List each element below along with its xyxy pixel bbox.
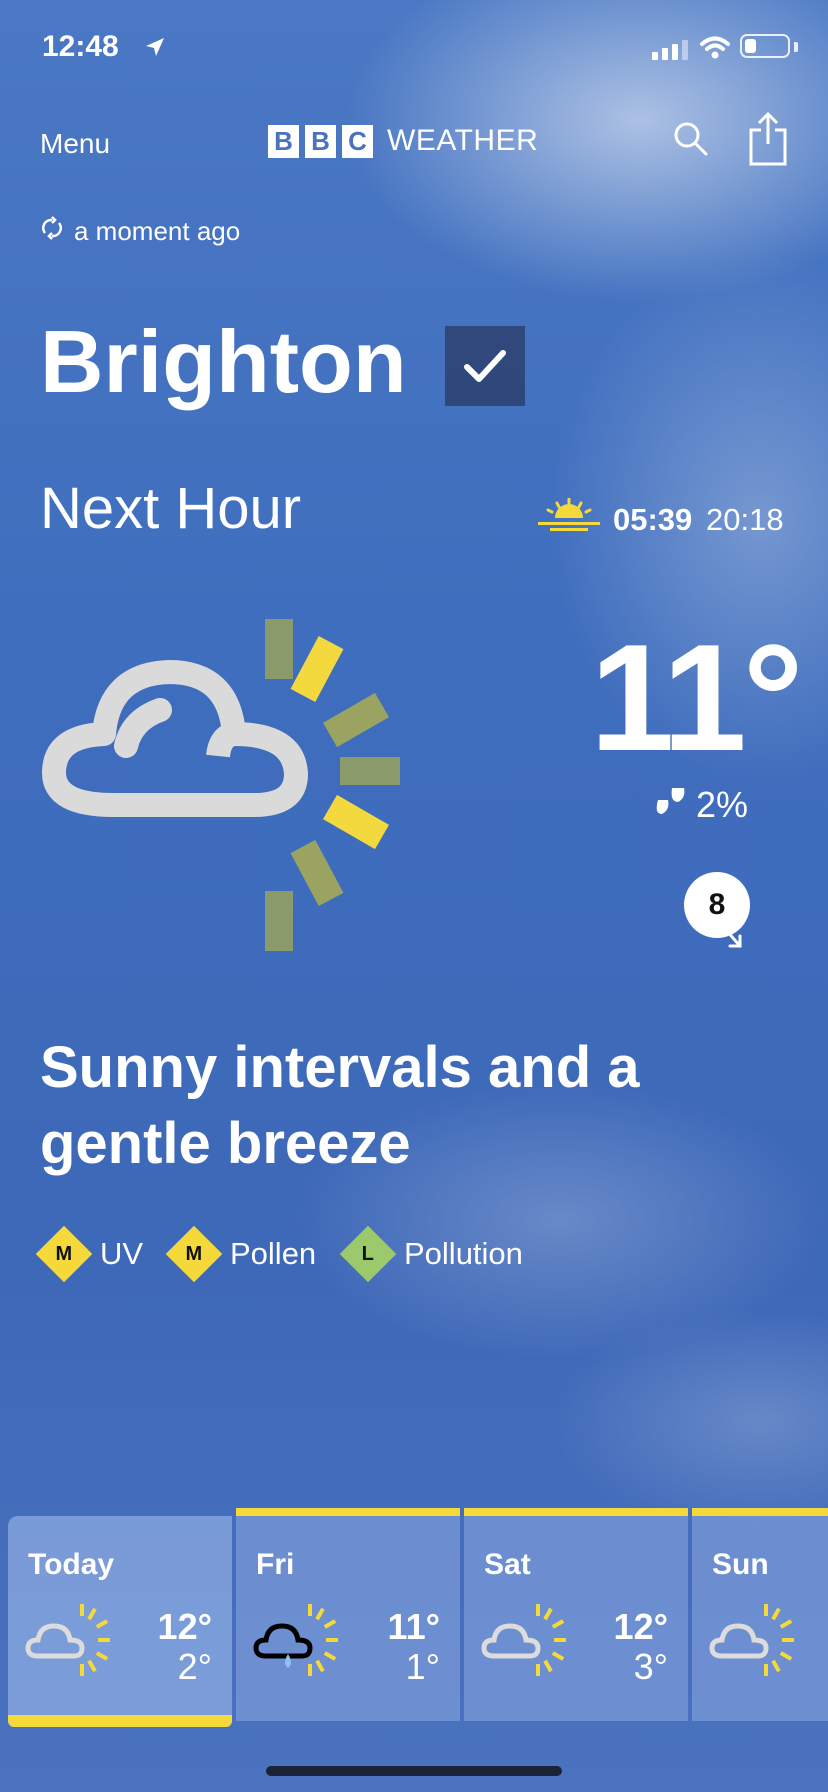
- refresh-icon[interactable]: [40, 216, 64, 240]
- day-high: 12°: [157, 1606, 212, 1647]
- day-name: Sun: [712, 1548, 769, 1581]
- wind-direction-arrow-icon: [724, 928, 742, 948]
- home-indicator[interactable]: [266, 1766, 562, 1776]
- sunny-intervals-icon: [709, 1604, 794, 1676]
- day-top-bar: [692, 1508, 828, 1516]
- level-badge: L: [339, 1225, 397, 1283]
- location-arrow-icon: [146, 38, 164, 56]
- day-name: Sat: [484, 1548, 531, 1581]
- forecast-day-fri[interactable]: Fri 11° 1°: [236, 1508, 460, 1721]
- level-badge: M: [165, 1225, 223, 1283]
- level-letter: M: [185, 1242, 203, 1265]
- logo-letter: C: [342, 124, 373, 158]
- index-label: Pollution: [404, 1236, 523, 1271]
- share-icon[interactable]: [748, 112, 788, 166]
- status-time: 12:48: [42, 30, 119, 63]
- period-title: Next Hour: [40, 476, 302, 541]
- logo-letter: B: [305, 124, 336, 158]
- level-badge: M: [35, 1225, 93, 1283]
- menu-button[interactable]: Menu: [40, 128, 110, 160]
- signal-icon: [652, 40, 688, 60]
- forecast-day-today[interactable]: Today 12° 2°: [8, 1516, 232, 1727]
- sunny-intervals-icon: [25, 1604, 110, 1676]
- light-rain-icon: [253, 1604, 338, 1676]
- raindrops-icon: [656, 788, 685, 814]
- day-top-bar: [236, 1508, 460, 1516]
- day-name: Fri: [256, 1548, 295, 1581]
- logo-letter: B: [268, 124, 299, 158]
- sunny-intervals-icon: [42, 619, 400, 951]
- current-temperature: 11°: [590, 613, 803, 783]
- sunrise-sunset-icon: [538, 498, 600, 531]
- sunrise-time: 05:39: [613, 502, 693, 537]
- index-label: Pollen: [230, 1236, 317, 1271]
- pollution-index[interactable]: L Pollution: [339, 1225, 523, 1283]
- level-letter: L: [361, 1242, 375, 1265]
- search-icon[interactable]: [672, 120, 710, 158]
- favourite-toggle[interactable]: [445, 326, 525, 406]
- level-letter: M: [55, 1242, 73, 1265]
- forecast-day-sat[interactable]: Sat 12° 3°: [464, 1508, 688, 1721]
- battery-nub: [794, 42, 798, 52]
- weather-description: Sunny intervals and a gentle breeze: [40, 1035, 640, 1176]
- sunny-intervals-icon: [481, 1604, 566, 1676]
- rain-chance: 2%: [696, 784, 749, 825]
- day-high: 12°: [613, 1606, 668, 1647]
- forecast-day-sun[interactable]: Sun: [692, 1508, 828, 1721]
- bbc-weather-logo: B B C WEATHER: [268, 124, 538, 158]
- wifi-icon: [700, 36, 730, 59]
- day-high: 11°: [387, 1606, 440, 1647]
- sunset-time: 20:18: [706, 502, 784, 537]
- last-updated: a moment ago: [74, 216, 241, 246]
- index-label: UV: [100, 1236, 144, 1271]
- checkmark-icon: [464, 350, 506, 382]
- day-low: 2°: [177, 1646, 212, 1687]
- day-low: 1°: [405, 1646, 440, 1687]
- selected-indicator: [8, 1715, 232, 1727]
- battery-icon: [740, 34, 790, 58]
- location-name: Brighton: [40, 312, 407, 411]
- day-low: 3°: [633, 1646, 668, 1687]
- uv-index[interactable]: M UV: [35, 1225, 144, 1283]
- day-name: Today: [28, 1548, 115, 1581]
- logo-word: WEATHER: [387, 124, 539, 157]
- pollen-index[interactable]: M Pollen: [165, 1225, 317, 1283]
- day-top-bar: [464, 1508, 688, 1516]
